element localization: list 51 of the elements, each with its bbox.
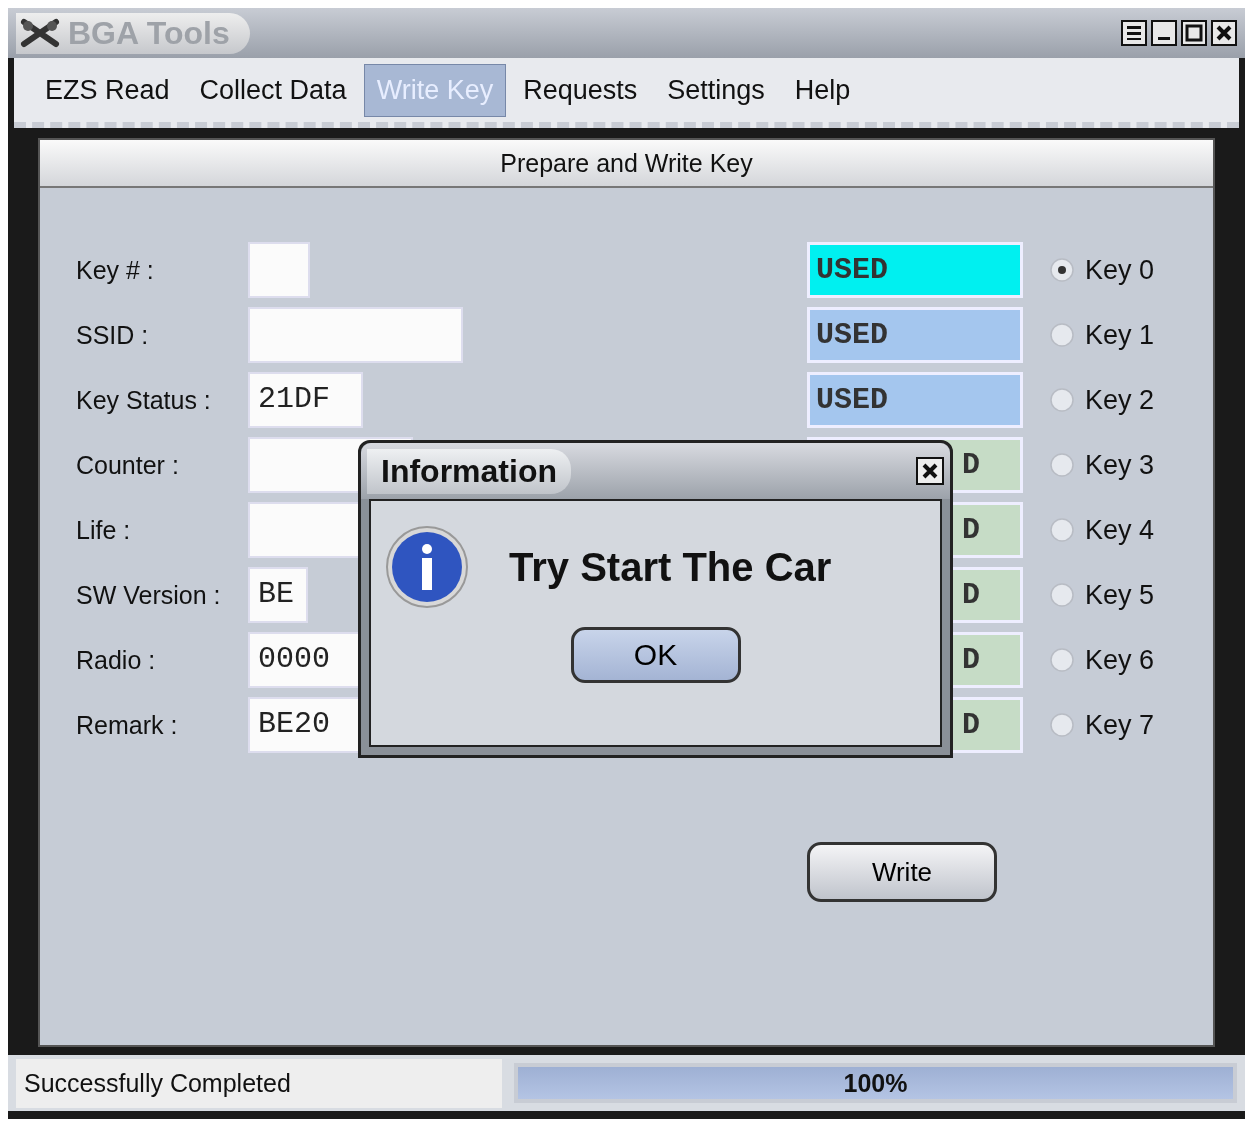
field-label: Life : — [76, 515, 132, 545]
field-label: Key # : — [76, 255, 155, 285]
progress-reading: 100% — [843, 1068, 908, 1098]
key-radio[interactable]: Key 0 — [1049, 254, 1177, 286]
field-label: Key Status : — [76, 385, 212, 415]
menu-icon[interactable] — [1121, 20, 1147, 46]
input-field[interactable]: 21DF — [248, 372, 363, 428]
key-status-field: USED — [807, 242, 1023, 298]
key-radio[interactable]: Key 3 — [1049, 449, 1177, 481]
status-message: Successfully Completed — [16, 1058, 502, 1108]
key-status-field: USED — [807, 307, 1023, 363]
dialog-message: Try Start The Car — [509, 544, 832, 590]
panel-header: Prepare and Write Key — [40, 140, 1213, 188]
radio-button[interactable] — [1049, 322, 1075, 348]
info-icon — [385, 525, 469, 609]
radio-button[interactable] — [1049, 647, 1075, 673]
close-icon[interactable] — [1211, 20, 1237, 46]
tools-icon — [20, 18, 60, 48]
input-field[interactable]: BE — [248, 567, 308, 623]
field-label: Counter : — [76, 450, 180, 480]
menu-item[interactable]: Help — [781, 63, 864, 117]
menu-item[interactable]: Settings — [654, 63, 778, 117]
radio-button[interactable] — [1049, 712, 1075, 738]
menu-item[interactable]: EZS Read — [32, 63, 183, 117]
field-label: SSID : — [76, 320, 150, 350]
radio-button[interactable] — [1049, 517, 1075, 543]
key-radio[interactable]: Key 1 — [1049, 319, 1177, 351]
menu-item[interactable]: Collect Data — [186, 63, 360, 117]
menu-item[interactable]: Requests — [510, 63, 651, 117]
key-status-field: USED — [807, 372, 1023, 428]
field-label: Remark : — [76, 710, 179, 740]
key-radio[interactable]: Key 6 — [1049, 644, 1177, 676]
close-icon[interactable] — [916, 457, 944, 485]
input-field[interactable] — [248, 242, 310, 298]
dialog-title: Information — [367, 448, 571, 494]
key-radio[interactable]: Key 2 — [1049, 384, 1177, 416]
maximize-icon[interactable] — [1181, 20, 1207, 46]
radio-button[interactable] — [1049, 257, 1075, 283]
field-label: SW Version : — [76, 580, 222, 610]
write-button[interactable]: Write — [807, 842, 997, 902]
key-radio[interactable]: Key 7 — [1049, 709, 1177, 741]
radio-button[interactable] — [1049, 582, 1075, 608]
key-radio[interactable]: Key 4 — [1049, 514, 1177, 546]
key-radio[interactable]: Key 5 — [1049, 579, 1177, 611]
field-label: Radio : — [76, 645, 157, 675]
input-field[interactable] — [248, 307, 463, 363]
ok-button[interactable]: OK — [570, 627, 741, 683]
radio-button[interactable] — [1049, 452, 1075, 478]
minimize-icon[interactable] — [1151, 20, 1177, 46]
window-title: BGA Tools — [68, 14, 230, 52]
radio-button[interactable] — [1049, 387, 1075, 413]
